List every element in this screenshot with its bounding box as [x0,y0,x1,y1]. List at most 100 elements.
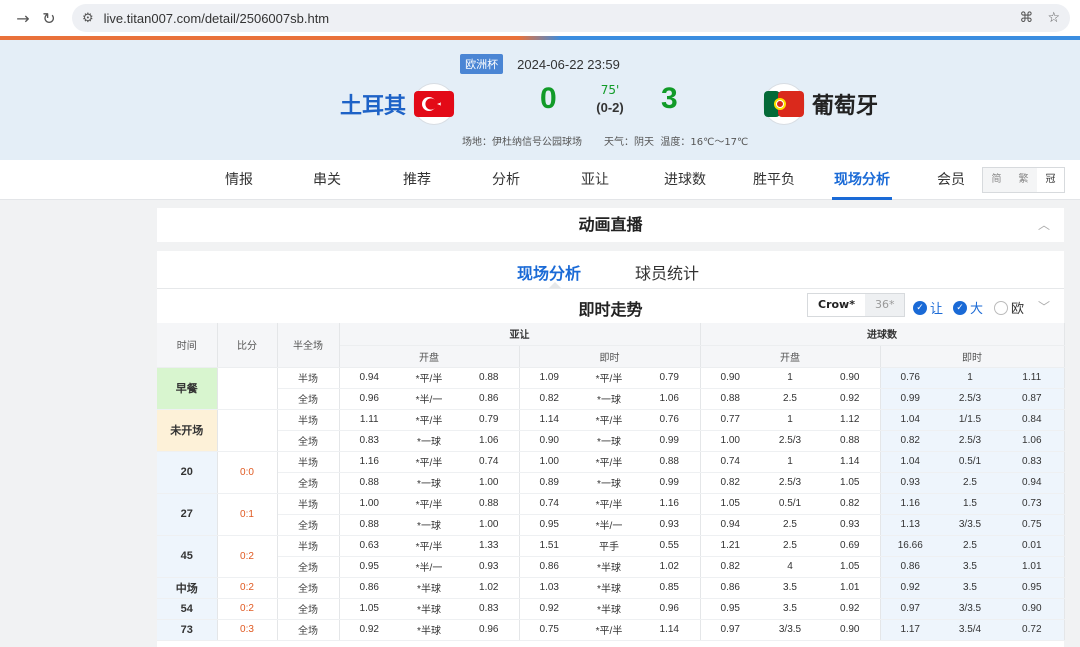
unchecked-icon[interactable] [994,300,1008,315]
bookmark-star-icon[interactable]: ☆ [1047,10,1060,26]
asian-odds-cell: 1.16 [339,451,399,473]
tab-recommend[interactable]: 推荐 [396,160,438,200]
goals-odds-cell: 2.5/3 [760,472,820,494]
asian-odds-cell: 1.11 [339,409,399,431]
goals-odds-cell: 0.74 [700,451,760,473]
asian-odds-cell: *半球 [399,598,459,620]
asian-odds-cell: 1.00 [459,472,520,494]
goals-odds-cell: 1/1.5 [940,409,1000,431]
match-minute: 75' [600,83,620,97]
goals-odds-cell: 0.5/1 [760,493,820,515]
tab-1x2[interactable]: 胜平负 [747,160,801,200]
goals-odds-cell: 2.5 [760,535,820,557]
goals-odds-cell: 1.16 [880,493,940,515]
address-bar[interactable]: ⚙ live.titan007.com/detail/2506007sb.htm… [72,4,1070,32]
table-row: 全场 0.88 *一球 1.00 0.89 *一球 0.99 0.82 2.5/3 1.05 0.9… [157,472,1065,494]
col-asian-live: 即时 [519,345,701,368]
asian-odds-cell: 1.16 [639,493,701,515]
sub-tabs: 现场分析 球员统计 [157,251,1064,289]
browser-toolbar: → ↻ ⚙ live.titan007.com/detail/2506007sb… [0,0,1080,36]
trend-toolbar: 即时走势 Crow* 36* ✓ 让 ✓ 大 欧 ﹀ [157,289,1064,323]
asian-odds-cell: 0.74 [459,451,520,473]
option-european[interactable]: 欧 [994,298,1024,317]
asian-odds-cell: *半球 [399,577,459,599]
translate-icon[interactable]: ⌘ [1019,10,1033,26]
goals-odds-cell: 1.01 [820,577,881,599]
checked-icon[interactable]: ✓ [913,300,927,315]
company-crow[interactable]: Crow* [808,294,865,316]
asian-odds-cell: 1.06 [639,388,701,410]
tab-live-analysis[interactable]: 现场分析 [832,160,892,200]
row-time: 中场 [157,577,218,599]
goals-odds-cell: 1.13 [880,514,940,536]
row-time: 54 [157,598,218,620]
asian-odds-cell: *平/半 [399,367,459,389]
goals-odds-cell: 1.17 [880,619,940,641]
goals-odds-cell: 0.01 [1000,535,1065,557]
url-text[interactable]: live.titan007.com/detail/2506007sb.htm [104,11,1020,26]
animation-live-panel: 动画直播 ︿ [157,208,1064,242]
tab-member[interactable]: 会员 [930,160,972,200]
lang-crown[interactable]: 冠 [1037,168,1064,192]
goals-odds-cell: 3.5/4 [940,619,1000,641]
goals-odds-cell: 2.5 [760,388,820,410]
goals-odds-cell: 0.75 [1000,514,1065,536]
goals-odds-cell: 3.5 [760,598,820,620]
tab-analysis[interactable]: 分析 [485,160,527,200]
collapse-chevron-icon[interactable]: ︿ [1038,216,1050,233]
col-goals-live: 即时 [880,345,1065,368]
col-half-full: 半全场 [277,323,340,368]
asian-odds-cell: 1.33 [459,535,520,557]
table-row: 45 0:2 半场 0.63 *平/半 1.33 1.51 平手 0.55 1.21 2.5 0.69… [157,535,1065,578]
asian-odds-cell: 0.88 [339,514,399,536]
turkey-flag-icon [414,84,455,124]
language-switch: 简 繁 冠 [982,167,1065,193]
subtab-player-stats[interactable]: 球员统计 [635,260,699,284]
tab-intel[interactable]: 情报 [218,160,260,200]
checked-icon[interactable]: ✓ [953,300,967,315]
row-half-full: 半场 [277,409,340,431]
goals-odds-cell: 1.12 [820,409,881,431]
asian-odds-cell: 0.95 [519,514,579,536]
goals-odds-cell: 1 [760,409,820,431]
site-settings-icon[interactable]: ⚙ [82,11,94,26]
lang-traditional[interactable]: 繁 [1010,168,1037,192]
col-goals: 进球数 [700,323,1065,346]
tab-goals[interactable]: 进球数 [658,160,712,200]
goals-odds-cell: 0.93 [880,472,940,494]
asian-odds-cell: *半球 [579,598,639,620]
table-row: 73 0:3 全场 0.92 *半球 0.96 0.75 *平/半 1.14 0.97 3/3.5 0… [157,619,1065,641]
row-score: 0:0 [217,451,278,494]
asian-odds-cell: *平/半 [399,451,459,473]
odds-trend-table: 时间 比分 半全场 亚让 进球数 开盘 即时 开盘 即时 早餐 半场 0.94 *平/… [157,323,1065,641]
expand-chevron-icon[interactable]: ﹀ [1038,298,1050,315]
asian-odds-cell: 0.83 [459,598,520,620]
tab-parlay[interactable]: 串关 [306,160,348,200]
lang-simplified[interactable]: 简 [983,168,1010,192]
asian-odds-cell: 0.88 [639,451,701,473]
home-team-name[interactable]: 土耳其 [340,88,406,120]
home-team[interactable]: 土耳其 [340,84,455,124]
reload-icon[interactable]: ↻ [36,5,62,31]
goals-odds-cell: 0.97 [700,619,760,641]
away-team[interactable]: 葡萄牙 [764,84,878,124]
option-over[interactable]: ✓ 大 [953,298,983,317]
table-row: 20 0:0 半场 1.16 *平/半 0.74 1.00 *平/半 0.88 0.74 1 1.14… [157,451,1065,494]
away-team-name[interactable]: 葡萄牙 [812,88,878,120]
league-badge[interactable]: 欧洲杯 [460,54,504,74]
company-36[interactable]: 36* [864,294,905,316]
asian-odds-cell: 0.63 [339,535,399,557]
animation-live-title[interactable]: 动画直播 [157,208,1064,242]
goals-odds-cell: 2.5 [760,514,820,536]
tab-asian-handicap[interactable]: 亚让 [574,160,616,200]
company-switch: Crow* 36* [807,293,906,317]
asian-odds-cell: 平手 [579,535,639,557]
goals-odds-cell: 3/3.5 [940,598,1000,620]
goals-odds-cell: 0.90 [1000,598,1065,620]
col-goals-open: 开盘 [700,345,881,368]
row-time: 20 [157,451,218,494]
forward-arrow-icon[interactable]: → [10,5,36,31]
option-handicap[interactable]: ✓ 让 [913,298,943,317]
row-half-full: 半场 [277,367,340,389]
subtab-live-analysis[interactable]: 现场分析 [517,260,581,284]
